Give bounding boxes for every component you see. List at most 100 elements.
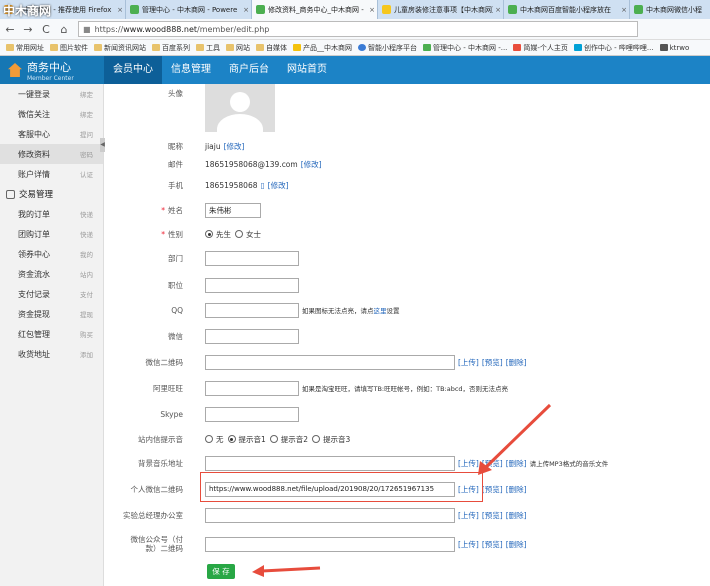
sidebar-item-sub[interactable]: 提问 [80,129,93,139]
sidebar-item-account-details[interactable]: 账户详情 认证 [0,164,103,184]
browser-tab-6[interactable]: 中木商网微信小程 [630,0,710,19]
reload-icon[interactable]: C [38,21,54,37]
bookmark-item[interactable]: 简媒-个人主页 [513,43,568,53]
upload-link[interactable]: [上传] [458,458,479,469]
delete-link[interactable]: [删除] [506,458,527,469]
name-input[interactable]: 朱伟彬 [205,202,261,218]
close-tab-icon[interactable]: × [493,6,503,14]
sidebar-item-my-orders[interactable]: 我的订单 快递 [0,204,103,224]
save-button[interactable]: 保 存 [207,564,235,579]
sidebar-item-red-packets[interactable]: 红包管理 购买 [0,324,103,344]
wechat-qr-input[interactable] [205,354,455,370]
dept-input[interactable] [205,250,299,266]
tone-2-radio[interactable] [269,435,278,443]
bookmark-item[interactable]: 智能小程序平台 [358,43,417,53]
bookmark-item[interactable]: 自媒体 [256,43,287,53]
sidebar-item-coupon-center[interactable]: 领券中心 我的 [0,244,103,264]
edit-email-link[interactable]: [修改] [301,159,322,170]
sidebar-item-sub[interactable]: 绑定 [80,109,93,119]
sidebar-item-service-center[interactable]: 客服中心 提问 [0,124,103,144]
preview-link[interactable]: [预览] [482,539,503,550]
sidebar-item-sub[interactable]: 支付 [80,289,93,299]
browser-tab-2[interactable]: 管理中心 - 中木商网 - Powere × [126,0,252,19]
sidebar-item-sub[interactable]: 购买 [80,329,93,339]
close-tab-icon[interactable]: × [241,6,251,14]
bookmark-item[interactable]: 产品__中木商网 [293,43,352,53]
sidebar-item-group-orders[interactable]: 团购订单 快递 [0,224,103,244]
sidebar-item-fund-flow[interactable]: 资金流水 站内 [0,264,103,284]
bookmark-item[interactable]: ktrwo [659,44,689,52]
preview-link[interactable]: [预览] [482,484,503,495]
browser-tab-3-active[interactable]: 修改资料_商务中心_中木商网 - × [252,0,378,19]
qq-here-link[interactable]: 这里 [374,305,387,315]
tone-1-radio[interactable] [227,435,236,443]
nav-merchant-backend[interactable]: 商户后台 [220,56,278,84]
nav-member-center[interactable]: 会员中心 [104,56,162,84]
url-scheme: https:// [94,24,124,34]
upload-link[interactable]: [上传] [458,510,479,521]
bookmark-item[interactable]: 创作中心 - 哔哩哔哩... [573,43,654,53]
sidebar-item-sub[interactable]: 认证 [80,169,93,179]
sidebar-item-sub[interactable]: 密码 [80,149,93,159]
delete-link[interactable]: [删除] [506,357,527,368]
gender-male-radio[interactable] [205,230,213,238]
address-bar[interactable]: ■ https://www.wood888.net/member/edit.ph… [78,21,638,37]
sidebar-item-sub[interactable]: 添加 [80,349,93,359]
skype-input[interactable] [205,406,299,422]
aliwang-input[interactable] [205,380,299,396]
tone-none-radio[interactable] [205,435,213,443]
back-arrow-icon[interactable]: ← [2,21,18,37]
delete-link[interactable]: [删除] [506,539,527,550]
sidebar-item-sub[interactable]: 我的 [80,249,93,259]
nav-site-home[interactable]: 网站首页 [278,56,336,84]
wechat-input[interactable] [205,328,299,344]
browser-tab-4[interactable]: 儿童房装修注意事项【中木商网】 × [378,0,504,19]
sidebar-item-sub[interactable]: 站内 [80,269,93,279]
bookmark-item[interactable]: 网站 [226,43,250,53]
delete-link[interactable]: [删除] [506,510,527,521]
bookmark-item[interactable]: 百度系列 [152,43,190,53]
bookmark-item[interactable]: 新闻资讯网站 [94,43,146,53]
gender-female-radio[interactable] [235,230,243,238]
preview-link[interactable]: [预览] [482,357,503,368]
edit-mobile-link[interactable]: [修改] [268,180,289,191]
avatar-row: 头像 [111,84,671,132]
sidebar-item-sub[interactable]: 提现 [80,309,93,319]
sidebar-item-payment-records[interactable]: 支付记录 支付 [0,284,103,304]
avatar[interactable] [205,84,275,132]
member-center-logo[interactable]: 商务中心 Member Center [0,56,104,84]
sidebar-section-trade: 交易管理 [0,184,103,204]
home-icon[interactable]: ⌂ [56,21,72,37]
manager-input[interactable] [205,507,455,523]
close-tab-icon[interactable]: × [115,6,125,14]
tone-3-radio[interactable] [312,435,321,443]
edit-nickname-link[interactable]: [修改] [224,141,245,152]
sidebar-item-wechat-follow[interactable]: 微信关注 绑定 [0,104,103,124]
sidebar-item-sub[interactable]: 快递 [80,209,93,219]
sidebar-item-address[interactable]: 收货地址 添加 [0,344,103,364]
delete-link[interactable]: [删除] [506,484,527,495]
upload-link[interactable]: [上传] [458,357,479,368]
position-input[interactable] [205,277,299,293]
nav-info-manage[interactable]: 信息管理 [162,56,220,84]
sidebar-item-withdraw[interactable]: 资金提现 提现 [0,304,103,324]
preview-link[interactable]: [预览] [482,458,503,469]
sidebar-collapse-icon[interactable]: ◀ [100,138,105,152]
bookmark-item[interactable]: 管理中心 - 中木商网 -... [423,43,507,53]
browser-tab-5[interactable]: 中木商网百度智能小程序放在 × [504,0,630,19]
preview-link[interactable]: [预览] [482,510,503,521]
qq-input[interactable] [205,302,299,318]
sidebar-item-edit-profile[interactable]: 修改资料 密码 [0,144,103,164]
upload-link[interactable]: [上传] [458,539,479,550]
forward-arrow-icon[interactable]: → [20,21,36,37]
sidebar-item-sub[interactable]: 绑定 [80,89,93,99]
bgm-input[interactable] [205,455,455,471]
public-qr-input[interactable] [205,536,455,552]
bookmark-item[interactable]: 常用网址 [6,43,44,53]
sidebar-item-sub[interactable]: 快递 [80,229,93,239]
close-tab-icon[interactable]: × [367,6,377,14]
sidebar-item-one-click-login[interactable]: 一键登录 绑定 [0,84,103,104]
bookmark-item[interactable]: 工具 [196,43,220,53]
bookmark-item[interactable]: 图片软件 [50,43,88,53]
close-tab-icon[interactable]: × [619,6,629,14]
